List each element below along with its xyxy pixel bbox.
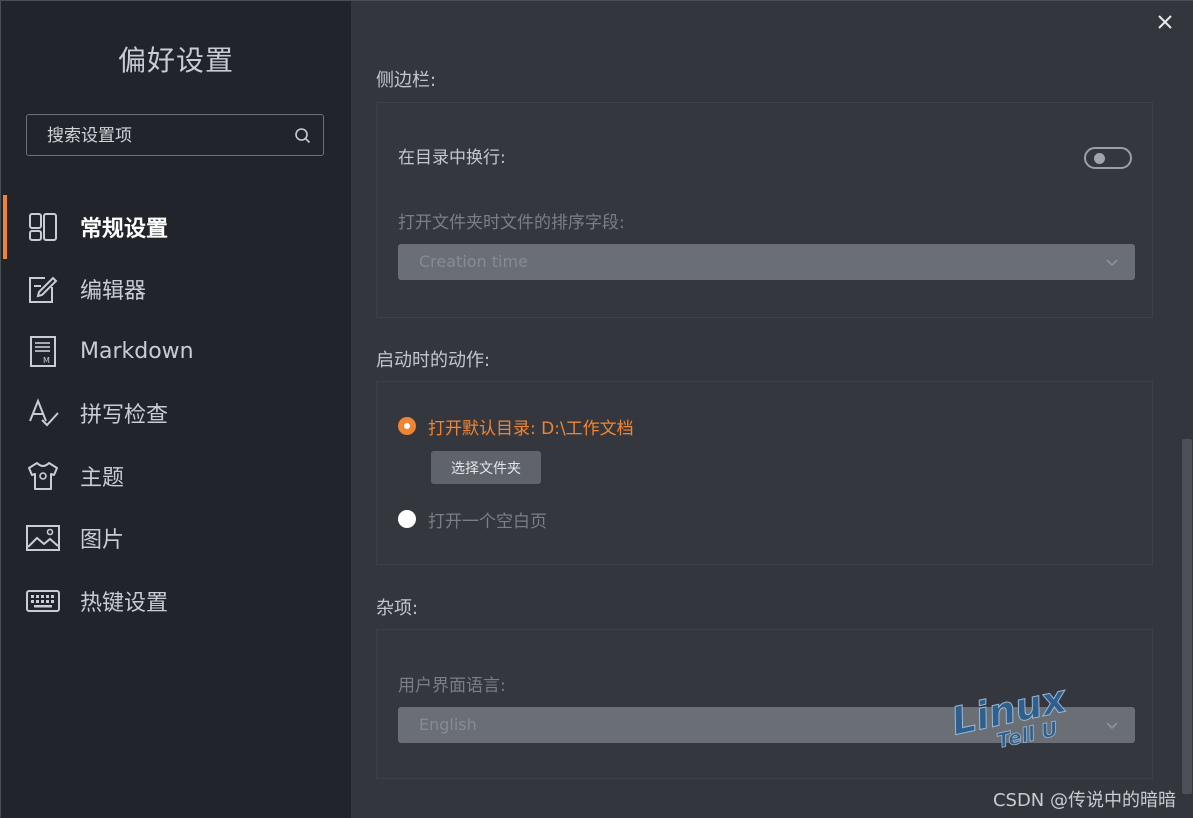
radio-open-default-dir[interactable]: 打开默认目录: D:\工作文档 [398,414,634,439]
section-title-sidebar: 侧边栏: [376,70,437,91]
sidebar-item-markdown[interactable]: M Markdown [1,323,351,379]
sidebar-item-label: Markdown [80,338,194,364]
radio-button-selected[interactable] [398,417,416,435]
sort-field-select[interactable]: Creation time [398,244,1135,280]
sidebar-item-hotkeys[interactable]: 热键设置 [1,573,351,629]
sidebar-item-label: 拼写检查 [80,403,169,428]
radio-label-default-dir: 打开默认目录: D:\工作文档 [428,418,634,439]
keyboard-icon [26,590,60,612]
sort-field-label: 打开文件夹时文件的排序字段: [398,213,625,233]
scrollbar-thumb[interactable] [1182,439,1192,794]
panel-sidebar: 在目录中换行: 打开文件夹时文件的排序字段: Creation time [376,102,1153,318]
sidebar-item-general[interactable]: 常规设置 [1,195,351,259]
sidebar-item-label: 图片 [80,528,125,553]
ui-language-label: 用户界面语言: [398,676,506,696]
search-input[interactable] [45,115,289,157]
sidebar-item-theme[interactable]: 主题 [1,448,351,504]
credit-text: CSDN @传说中的暗暗 [992,790,1176,811]
search-icon[interactable] [294,127,312,145]
section-title-startup: 启动时的动作: [376,350,491,371]
chevron-down-icon [1106,259,1118,267]
ui-language-value: English [419,715,477,734]
sidebar-item-label: 热键设置 [80,591,169,616]
section-title-misc: 杂项: [376,598,419,619]
sidebar-item-image[interactable]: 图片 [1,510,351,566]
choose-folder-button[interactable]: 选择文件夹 [431,451,541,484]
radio-open-blank-page[interactable]: 打开一个空白页 [398,507,547,532]
sort-field-value: Creation time [419,252,528,271]
sidebar-item-spellcheck[interactable]: 拼写检查 [1,385,351,441]
layout-icon [29,213,57,241]
sidebar: 偏好设置 常规设置 编辑器 [1,1,351,818]
sidebar-title: 偏好设置 [117,44,234,77]
sidebar-item-label: 主题 [80,466,125,491]
svg-text:M: M [43,356,50,365]
chevron-down-icon [1106,722,1118,730]
sidebar-item-editor[interactable]: 编辑器 [1,261,351,317]
linux-tellu-watermark: Linux Tell U [947,677,1072,752]
radio-button-unselected[interactable] [398,510,416,528]
spellcheck-icon [29,398,59,427]
panel-startup: 打开默认目录: D:\工作文档 选择文件夹 打开一个空白页 [376,381,1153,565]
preferences-window: 偏好设置 常规设置 编辑器 [0,0,1193,818]
wrap-toc-toggle[interactable] [1084,147,1132,169]
scrollbar[interactable] [1180,41,1193,818]
sidebar-item-label: 常规设置 [80,217,169,242]
wrap-toc-label: 在目录中换行: [398,148,506,168]
search-box [26,114,324,157]
close-icon[interactable] [1154,11,1176,33]
markdown-file-icon: M [30,336,56,367]
radio-label-blank-page: 打开一个空白页 [428,511,547,532]
sidebar-item-label: 编辑器 [80,279,147,304]
edit-icon [29,276,58,303]
image-icon [26,525,60,551]
toggle-knob [1094,153,1105,164]
shirt-icon [28,462,58,490]
